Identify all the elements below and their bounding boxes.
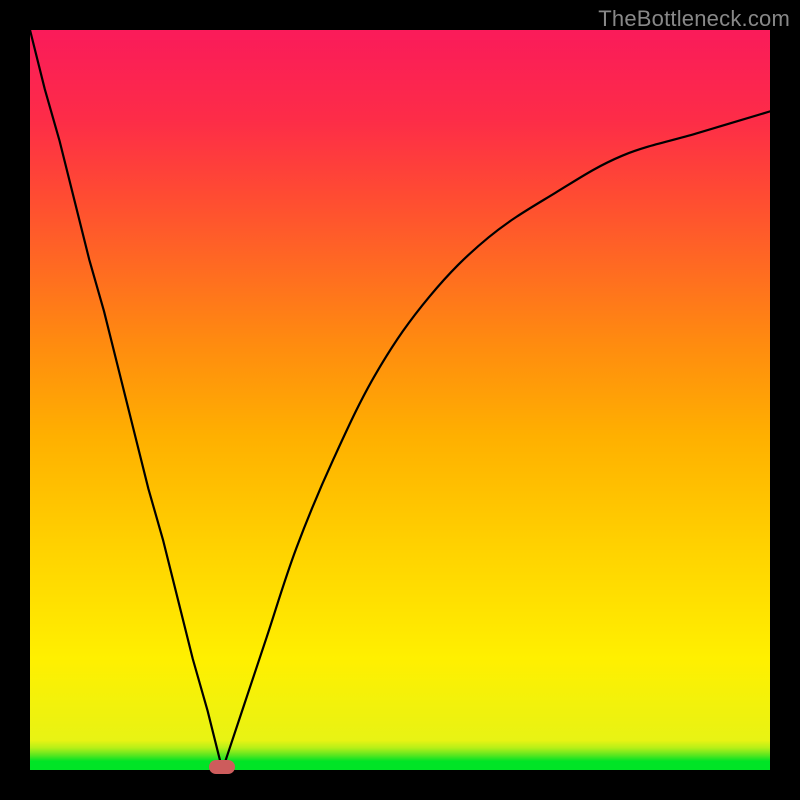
- plot-area: [30, 30, 770, 770]
- watermark-text: TheBottleneck.com: [598, 6, 790, 32]
- curve-path: [30, 30, 770, 770]
- chart-frame: TheBottleneck.com: [0, 0, 800, 800]
- bottleneck-curve: [30, 30, 770, 770]
- optimal-marker: [209, 760, 235, 774]
